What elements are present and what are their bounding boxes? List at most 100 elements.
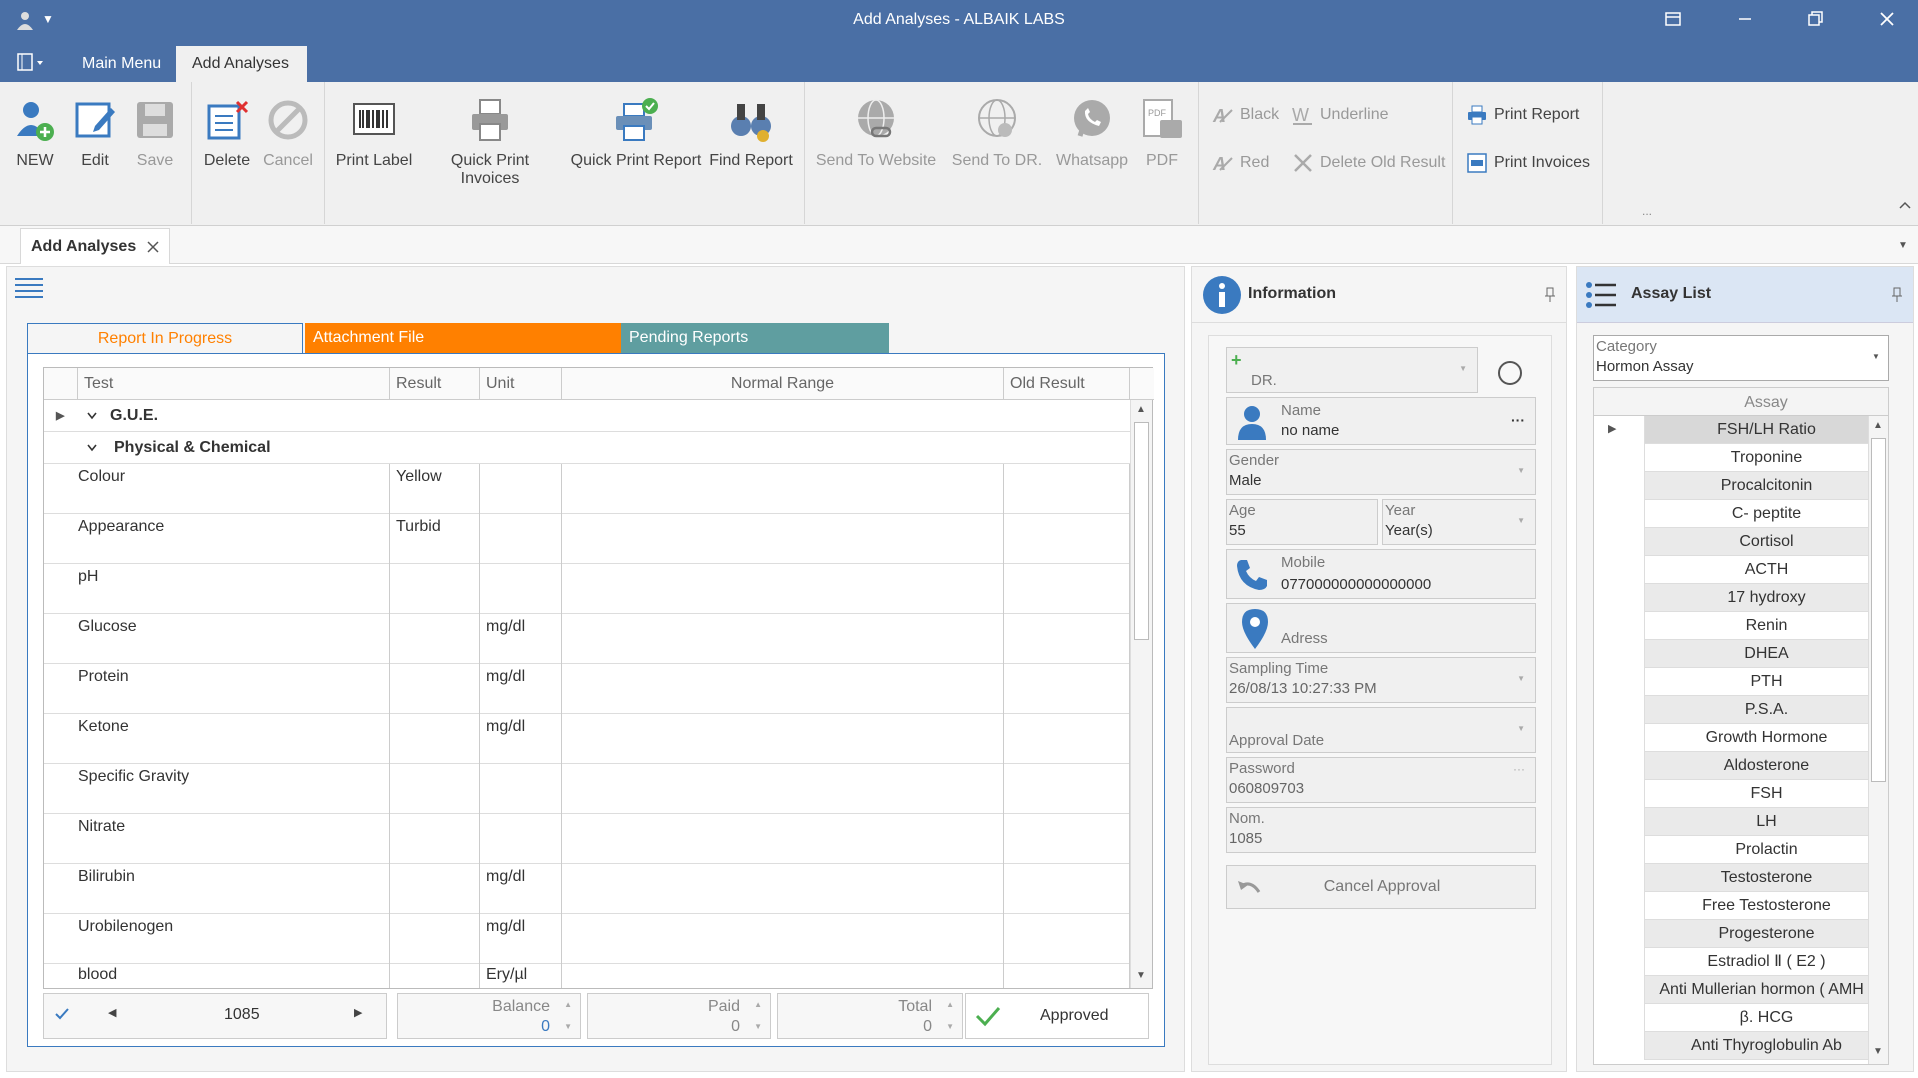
ribbon-display-icon[interactable] xyxy=(1664,10,1682,28)
tab-main-menu[interactable]: Main Menu xyxy=(66,46,177,82)
expand-chevron-icon[interactable] xyxy=(86,400,98,432)
dropdown-arrow-icon[interactable]: ▼ xyxy=(1517,674,1525,683)
cell-result[interactable]: Yellow xyxy=(390,464,480,514)
close-icon[interactable] xyxy=(1878,10,1896,28)
table-row[interactable]: Protein mg/dl xyxy=(44,664,1130,714)
spin-down-icon[interactable]: ▼ xyxy=(564,1022,572,1031)
mobile-field[interactable]: Mobile 077000000000000000 xyxy=(1226,549,1536,599)
scrollbar-thumb[interactable] xyxy=(1871,438,1886,782)
delete-button[interactable]: Delete xyxy=(200,96,254,170)
cell-test[interactable]: pH xyxy=(72,564,390,614)
table-row[interactable]: Colour Yellow xyxy=(44,464,1130,514)
cell-unit[interactable]: mg/dl xyxy=(480,864,562,914)
assay-item[interactable]: Estradiol Ⅱ ( E2 ) xyxy=(1644,948,1888,976)
group-row-gue[interactable]: ▶ G.U.E. xyxy=(44,400,1130,432)
print-invoices-button[interactable]: Print Invoices xyxy=(1466,152,1590,174)
cell-result[interactable] xyxy=(390,614,480,664)
cell-normal-range[interactable] xyxy=(562,814,1004,864)
cell-old-result[interactable] xyxy=(1004,864,1130,914)
cell-old-result[interactable] xyxy=(1004,664,1130,714)
assay-item[interactable]: Prolactin xyxy=(1644,836,1888,864)
category-dropdown[interactable]: Category Hormon Assay ▼ xyxy=(1593,335,1889,381)
cell-result[interactable] xyxy=(390,764,480,814)
table-row[interactable]: Urobilenogen mg/dl xyxy=(44,914,1130,964)
assay-item[interactable]: Free Testosterone xyxy=(1644,892,1888,920)
approved-toggle[interactable]: Approved xyxy=(965,993,1149,1039)
print-report-button[interactable]: Print Report xyxy=(1466,104,1579,126)
year-unit-field[interactable]: Year Year(s) ▼ xyxy=(1382,499,1536,545)
underline-button[interactable]: W Underline xyxy=(1292,104,1388,126)
cell-result[interactable] xyxy=(390,964,480,988)
paid-field[interactable]: Paid 0 ▲ ▼ xyxy=(587,993,771,1039)
scroll-down-icon[interactable]: ▼ xyxy=(1136,970,1146,981)
cell-unit[interactable] xyxy=(480,464,562,514)
dr-field[interactable]: + DR. ▼ xyxy=(1226,347,1478,393)
ribbon-group-more[interactable]: ... xyxy=(1642,204,1652,218)
tab-list-dropdown-icon[interactable]: ▼ xyxy=(1898,240,1908,251)
whatsapp-button[interactable]: Whatsapp xyxy=(1054,96,1130,170)
cell-test[interactable]: Specific Gravity xyxy=(72,764,390,814)
spin-up-icon[interactable]: ▲ xyxy=(564,1000,572,1009)
scroll-up-icon[interactable]: ▲ xyxy=(1873,420,1883,431)
red-button[interactable]: A Red xyxy=(1212,152,1269,174)
column-header-old-result[interactable]: Old Result xyxy=(1004,368,1130,400)
tab-pending-reports[interactable]: Pending Reports xyxy=(621,323,889,353)
cell-old-result[interactable] xyxy=(1004,514,1130,564)
doc-tab-add-analyses[interactable]: Add Analyses xyxy=(20,228,170,264)
menu-lines-icon[interactable] xyxy=(13,275,45,301)
assay-item[interactable]: Aldosterone xyxy=(1644,752,1888,780)
assay-scrollbar[interactable]: ▲ ▼ xyxy=(1868,416,1888,1064)
age-field[interactable]: Age 55 xyxy=(1226,499,1378,545)
dropdown-arrow-icon[interactable]: ▼ xyxy=(1517,516,1525,525)
next-record-icon[interactable]: ▶ xyxy=(354,1006,362,1019)
cell-unit[interactable]: Ery/µl xyxy=(480,964,562,988)
cell-normal-range[interactable] xyxy=(562,964,1004,988)
table-row[interactable]: Appearance Turbid xyxy=(44,514,1130,564)
pin-icon[interactable] xyxy=(1544,287,1556,303)
cell-old-result[interactable] xyxy=(1004,964,1130,988)
assay-item[interactable]: Troponine xyxy=(1644,444,1888,472)
cell-result[interactable] xyxy=(390,664,480,714)
scroll-down-icon[interactable]: ▼ xyxy=(1873,1046,1883,1057)
nom-field[interactable]: Nom. 1085 xyxy=(1226,807,1536,853)
send-to-dr-button[interactable]: Send To DR. xyxy=(944,96,1050,170)
table-row[interactable]: Specific Gravity xyxy=(44,764,1130,814)
cell-old-result[interactable] xyxy=(1004,764,1130,814)
cell-normal-range[interactable] xyxy=(562,864,1004,914)
name-field[interactable]: Name no name ··· xyxy=(1226,397,1536,445)
column-header-unit[interactable]: Unit xyxy=(480,368,562,400)
column-header-test[interactable]: Test xyxy=(78,368,390,400)
table-row[interactable]: Glucose mg/dl xyxy=(44,614,1130,664)
record-number[interactable]: 1085 xyxy=(224,1006,260,1024)
save-button[interactable]: Save xyxy=(130,96,180,170)
dropdown-arrow-icon[interactable]: ▼ xyxy=(1872,352,1880,361)
cell-old-result[interactable] xyxy=(1004,914,1130,964)
assay-item[interactable]: FSH xyxy=(1644,780,1888,808)
password-field[interactable]: Password 060809703 ··· xyxy=(1226,757,1536,803)
scrollbar-thumb[interactable] xyxy=(1134,422,1149,640)
cell-result[interactable] xyxy=(390,814,480,864)
cell-old-result[interactable] xyxy=(1004,614,1130,664)
assay-item[interactable]: Progesterone xyxy=(1644,920,1888,948)
close-tab-icon[interactable] xyxy=(147,241,159,253)
radio-icon[interactable] xyxy=(1496,359,1524,387)
cell-result[interactable] xyxy=(390,914,480,964)
assay-item[interactable]: β. HCG xyxy=(1644,1004,1888,1032)
assay-item[interactable]: Cortisol xyxy=(1644,528,1888,556)
assay-item[interactable]: LH xyxy=(1644,808,1888,836)
cell-test[interactable]: blood xyxy=(72,964,390,988)
spin-up-icon[interactable]: ▲ xyxy=(754,1000,762,1009)
cell-unit[interactable] xyxy=(480,514,562,564)
cell-unit[interactable]: mg/dl xyxy=(480,664,562,714)
sampling-time-field[interactable]: Sampling Time 26/08/13 10:27:33 PM ▼ xyxy=(1226,657,1536,703)
address-field[interactable]: Adress xyxy=(1226,603,1536,653)
cell-unit[interactable]: mg/dl xyxy=(480,714,562,764)
scroll-up-icon[interactable]: ▲ xyxy=(1136,404,1146,415)
ellipsis-icon[interactable]: ··· xyxy=(1513,762,1525,776)
cell-test[interactable]: Urobilenogen xyxy=(72,914,390,964)
cell-normal-range[interactable] xyxy=(562,514,1004,564)
cell-test[interactable]: Nitrate xyxy=(72,814,390,864)
cell-normal-range[interactable] xyxy=(562,464,1004,514)
delete-old-result-button[interactable]: Delete Old Result xyxy=(1292,152,1445,174)
assay-item[interactable]: Testosterone xyxy=(1644,864,1888,892)
